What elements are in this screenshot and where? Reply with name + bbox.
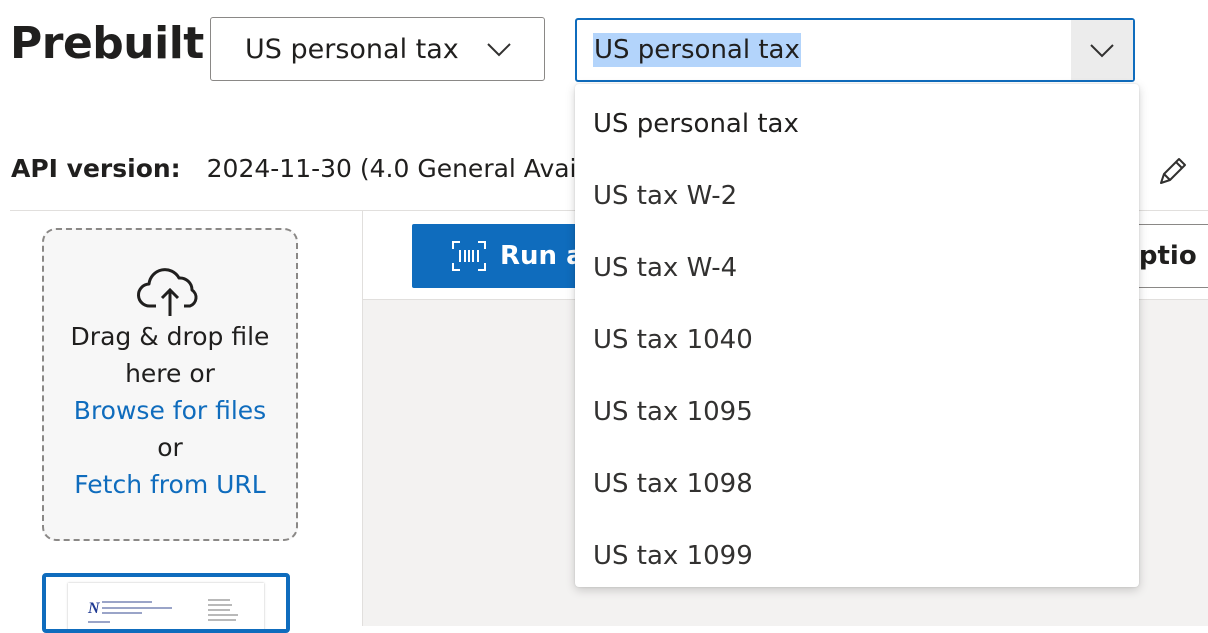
- chevron-down-icon: [1090, 44, 1114, 58]
- api-version-value: 2024-11-30 (4.0 General Availab: [206, 154, 615, 183]
- model-combobox[interactable]: US personal tax: [575, 18, 1135, 82]
- drop-zone-or: or: [157, 433, 183, 462]
- document-thumbnail[interactable]: N: [42, 573, 290, 633]
- listbox-option[interactable]: US tax 1099: [575, 520, 1139, 592]
- svg-text:N: N: [87, 600, 101, 617]
- fetch-url-link[interactable]: Fetch from URL: [44, 466, 296, 503]
- run-analysis-label: Run a: [500, 241, 584, 271]
- api-version-row: API version: 2024-11-30 (4.0 General Ava…: [11, 154, 615, 183]
- listbox-option[interactable]: US personal tax: [575, 88, 1139, 160]
- cloud-upload-icon: [44, 266, 296, 318]
- drop-zone-text: Drag & drop file: [70, 322, 270, 351]
- api-version-label: API version:: [11, 154, 181, 183]
- scan-icon: [452, 241, 486, 271]
- pencil-icon[interactable]: [1155, 153, 1191, 189]
- model-combobox-input[interactable]: US personal tax: [593, 33, 801, 67]
- listbox-option[interactable]: US tax 1095: [575, 376, 1139, 448]
- model-type-dropdown-value: US personal tax: [245, 33, 459, 65]
- chevron-down-icon: [487, 43, 511, 57]
- listbox-option[interactable]: US tax 1098: [575, 448, 1139, 520]
- listbox-option[interactable]: US tax W-2: [575, 160, 1139, 232]
- page-title: Prebuilt: [10, 18, 204, 69]
- listbox-option[interactable]: US tax 1040: [575, 304, 1139, 376]
- drop-zone-text-2: here or: [125, 359, 215, 388]
- model-type-dropdown[interactable]: US personal tax: [210, 17, 545, 81]
- file-drop-zone[interactable]: Drag & drop file here or Browse for file…: [42, 228, 298, 541]
- combobox-expand-button[interactable]: [1071, 20, 1133, 80]
- listbox-option[interactable]: US tax W-4: [575, 232, 1139, 304]
- model-listbox: US personal tax US tax W-2 US tax W-4 US ta…: [575, 84, 1139, 587]
- browse-files-link[interactable]: Browse for files: [44, 392, 296, 429]
